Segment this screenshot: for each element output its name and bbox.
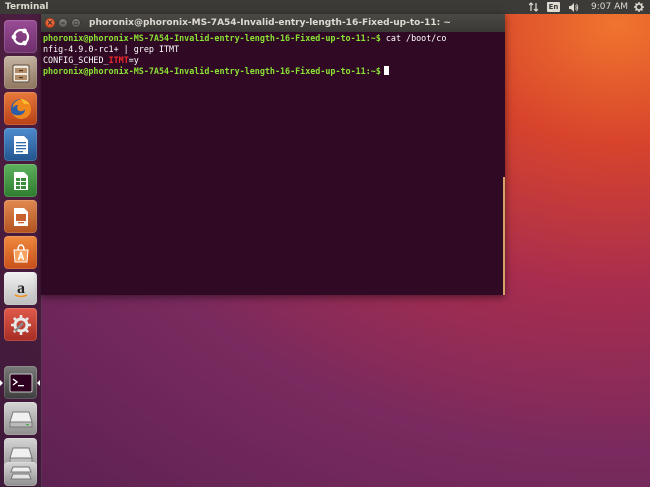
- launcher-firefox[interactable]: [4, 92, 37, 125]
- launcher-software[interactable]: [4, 236, 37, 269]
- grep-match: ITMT: [108, 55, 129, 65]
- maximize-icon: ▫: [73, 18, 79, 27]
- sort-updown-icon[interactable]: [527, 0, 539, 14]
- output-text: =y: [128, 55, 139, 65]
- volume-icon[interactable]: [568, 0, 580, 14]
- window-titlebar[interactable]: × – ▫ phoronix@phoronix-MS-7A54-Invalid-…: [41, 14, 505, 32]
- text-cursor: [383, 66, 389, 75]
- shell-prompt: phoronix@phoronix-MS-7A54-Invalid-entry-…: [43, 33, 381, 43]
- shell-prompt: phoronix@phoronix-MS-7A54-Invalid-entry-…: [43, 66, 381, 76]
- focused-indicator: [37, 380, 40, 386]
- launcher-dash[interactable]: [4, 20, 37, 53]
- impress-icon: [10, 206, 32, 228]
- launcher-amazon[interactable]: a: [4, 272, 37, 305]
- command-text: cat /boot/co: [380, 33, 447, 43]
- launcher-terminal[interactable]: [4, 366, 37, 399]
- terminal-line: phoronix@phoronix-MS-7A54-Invalid-entry-…: [43, 66, 389, 77]
- minimize-icon: –: [61, 18, 65, 27]
- svg-text:a: a: [17, 280, 25, 297]
- drive-icon: [8, 446, 33, 464]
- terminal-window: × – ▫ phoronix@phoronix-MS-7A54-Invalid-…: [41, 14, 505, 295]
- launcher: a: [0, 14, 42, 487]
- writer-icon: [10, 134, 32, 156]
- window-title: phoronix@phoronix-MS-7A54-Invalid-entry-…: [89, 18, 451, 28]
- running-indicator: [0, 380, 3, 386]
- terminal-line: nfig-4.9.0-rc1+ | grep ITMT: [43, 44, 179, 55]
- terminal-output[interactable]: phoronix@phoronix-MS-7A54-Invalid-entry-…: [41, 32, 505, 295]
- close-icon: ×: [46, 18, 54, 27]
- launcher-settings[interactable]: [4, 308, 37, 341]
- minimize-button[interactable]: –: [58, 18, 68, 28]
- system-settings-icon: [9, 313, 33, 337]
- gear-icon[interactable]: [633, 0, 645, 14]
- ubuntu-logo-icon: [10, 26, 32, 48]
- command-text: nfig-4.9.0-rc1+ | grep ITMT: [43, 44, 180, 54]
- file-cabinet-icon: [10, 62, 32, 84]
- launcher-files[interactable]: [4, 56, 37, 89]
- scrollbar[interactable]: [503, 32, 505, 295]
- top-panel: Terminal En 9:07 AM: [0, 0, 650, 14]
- terminal-icon: [9, 373, 33, 393]
- launcher-impress[interactable]: [4, 200, 37, 233]
- launcher-writer[interactable]: [4, 128, 37, 161]
- clock[interactable]: 9:07 AM: [591, 0, 628, 14]
- launcher-trash[interactable]: [4, 462, 37, 486]
- terminal-line: CONFIG_SCHED_ITMT=y: [43, 55, 139, 66]
- close-button[interactable]: ×: [45, 18, 55, 28]
- drive-icon: [8, 410, 33, 428]
- calc-icon: [10, 170, 32, 192]
- launcher-calc[interactable]: [4, 164, 37, 197]
- scrollbar-thumb[interactable]: [503, 177, 505, 295]
- terminal-line: phoronix@phoronix-MS-7A54-Invalid-entry-…: [43, 33, 446, 44]
- amazon-icon: a: [10, 278, 32, 300]
- trash-icon: [9, 466, 33, 482]
- firefox-icon: [9, 97, 33, 121]
- output-text: CONFIG_SCHED_: [43, 55, 109, 65]
- maximize-button[interactable]: ▫: [71, 18, 81, 28]
- launcher-drive[interactable]: [4, 402, 37, 435]
- active-app-title: Terminal: [5, 2, 49, 12]
- software-center-icon: [10, 242, 32, 264]
- keyboard-layout-indicator[interactable]: En: [547, 2, 560, 12]
